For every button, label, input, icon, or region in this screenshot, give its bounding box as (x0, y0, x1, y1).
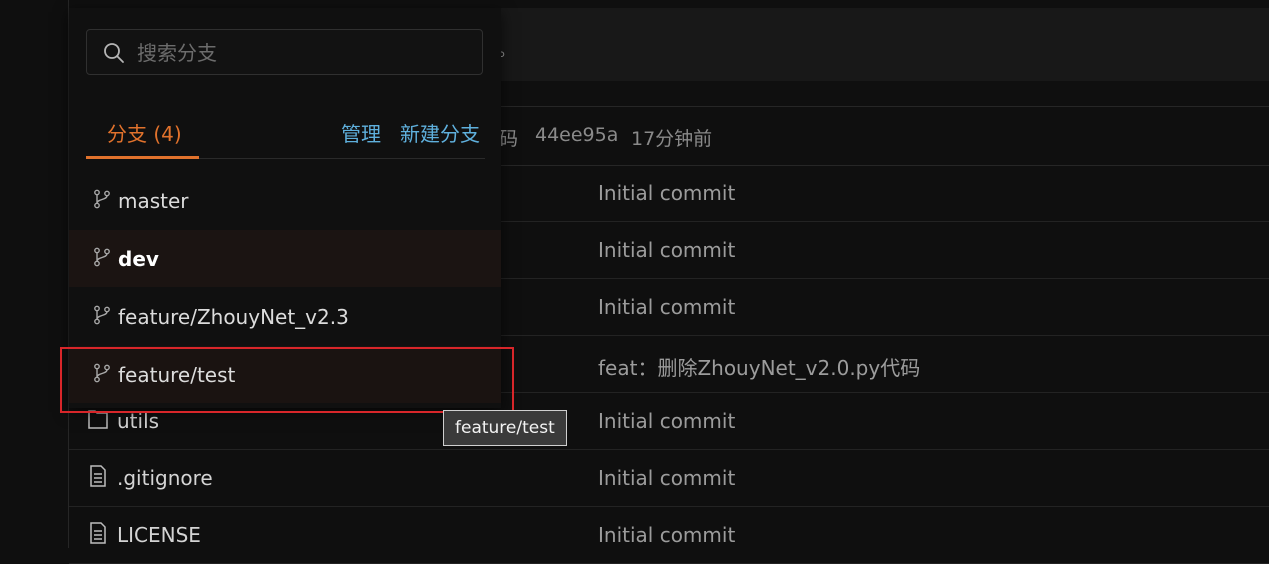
branch-item-feature-zhouynet-v2-3[interactable]: feature/ZhouyNet_v2.3 (69, 288, 501, 345)
commit-hash[interactable]: 44ee95a (535, 124, 618, 146)
folder-icon (88, 410, 108, 429)
file-commit-message[interactable]: Initial commit (598, 466, 735, 490)
branch-tabs-row: 分支 (4) 管理 新建分支 (86, 108, 485, 159)
branch-item-dev[interactable]: dev (69, 230, 501, 287)
tab-branches[interactable]: 分支 (4) (86, 108, 199, 159)
file-commit-message[interactable]: Initial commit (598, 238, 735, 262)
new-branch-link[interactable]: 新建分支 (400, 118, 480, 147)
branch-icon (94, 305, 110, 325)
branch-item-feature-test[interactable]: feature/test (69, 346, 501, 403)
branch-icon (94, 189, 110, 209)
branch-name: feature/test (118, 363, 236, 387)
file-commit-message[interactable]: Initial commit (598, 523, 735, 547)
file-icon (90, 465, 106, 487)
branch-name: dev (118, 247, 159, 271)
branch-name: master (118, 189, 189, 213)
commit-message-fragment[interactable]: 码 (499, 124, 518, 151)
commit-time: 17分钟前 (631, 128, 713, 150)
search-icon (104, 43, 124, 63)
file-commit-message[interactable]: Initial commit (598, 295, 735, 319)
branch-item-master[interactable]: master (69, 172, 501, 229)
file-commit-message[interactable]: Initial commit (598, 409, 735, 433)
file-icon (90, 522, 106, 544)
file-row[interactable]: .gitignore Initial commit (69, 450, 1269, 507)
file-name[interactable]: LICENSE (117, 523, 201, 547)
file-commit-message[interactable]: Initial commit (598, 181, 735, 205)
branch-search-box[interactable] (86, 29, 483, 75)
branch-icon (94, 247, 110, 267)
tab-branches-label: 分支 (4) (107, 122, 182, 146)
branch-icon (94, 363, 110, 383)
file-commit-message[interactable]: feat：删除ZhouyNet_v2.0.py代码 (598, 352, 920, 381)
manage-branches-link[interactable]: 管理 (341, 118, 381, 147)
branch-dropdown: 分支 (4) 管理 新建分支 master dev feature/ZhouyN (69, 8, 501, 408)
branch-search-input[interactable] (135, 38, 469, 68)
file-name[interactable]: utils (117, 409, 159, 433)
file-row[interactable]: LICENSE Initial commit (69, 507, 1269, 564)
file-name[interactable]: .gitignore (117, 466, 213, 490)
branch-name: feature/ZhouyNet_v2.3 (118, 305, 349, 329)
branch-tooltip: feature/test (443, 410, 567, 446)
